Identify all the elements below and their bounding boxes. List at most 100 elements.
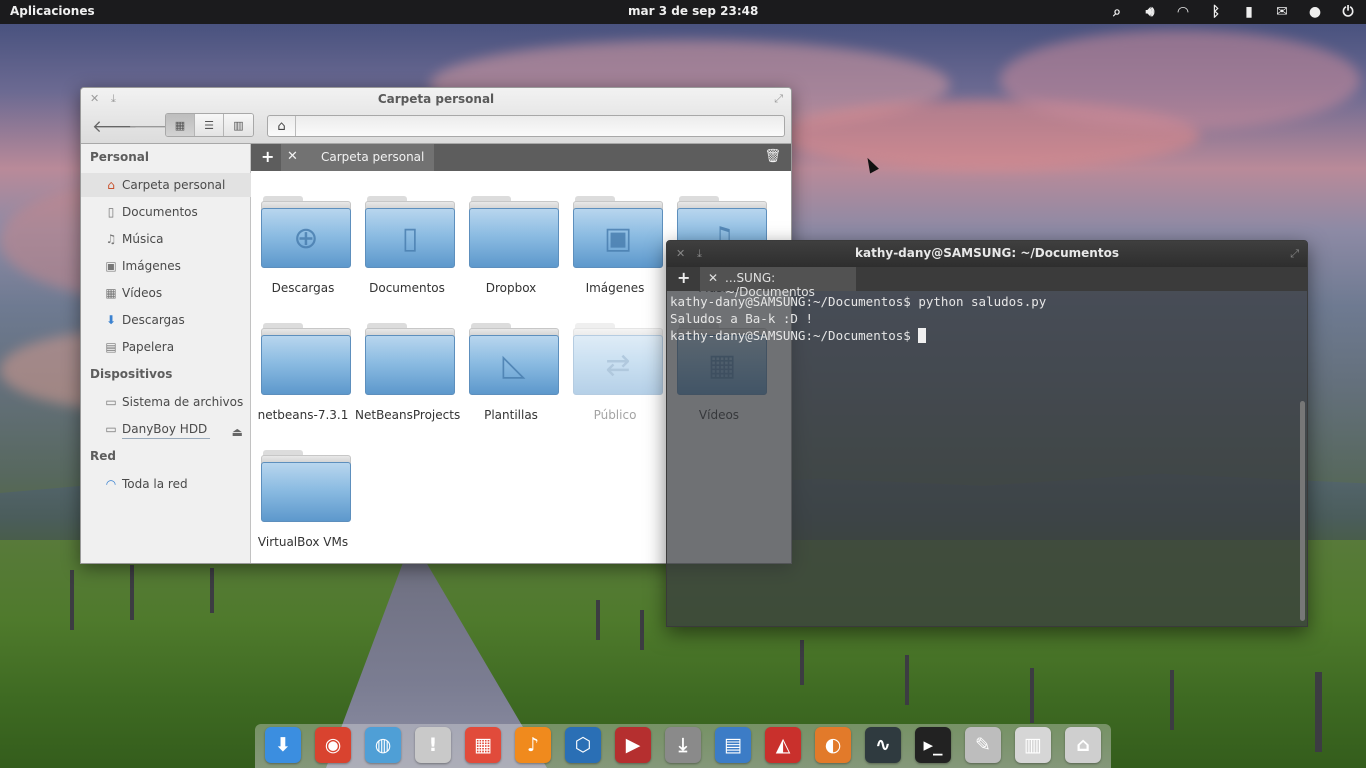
icon-view-button[interactable]: ▦ [166, 114, 195, 136]
sidebar-item-documents[interactable]: ▯ Documentos [81, 200, 251, 224]
folder-emblem-icon [261, 462, 351, 522]
folder-icon [365, 323, 455, 395]
search-icon[interactable]: ⌕ [1107, 3, 1127, 21]
folder-label: Descargas [271, 281, 335, 295]
video-player-app-icon[interactable]: ▶ [615, 727, 651, 763]
music-app-icon[interactable]: ♪ [515, 727, 551, 763]
folder-icon: ◺ [469, 323, 559, 395]
close-tab-icon[interactable]: ✕ [287, 149, 298, 164]
web-browser-app-icon[interactable]: ◍ [365, 727, 401, 763]
usage-bar [122, 438, 210, 439]
sidebar-item-videos[interactable]: ▦ Vídeos [81, 281, 251, 305]
terminal-output[interactable]: kathy-dany@SAMSUNG:~/Documentos$ python … [670, 293, 1302, 623]
tab-home[interactable]: ✕ Carpeta personal [281, 144, 434, 171]
new-tab-button[interactable]: + [677, 268, 690, 287]
terminal-title: kathy-dany@SAMSUNG: ~/Documentos [855, 246, 1119, 260]
folder-emblem-icon [469, 208, 559, 268]
column-view-button[interactable]: ▥ [224, 114, 253, 136]
folder-label: Documentos [369, 281, 445, 295]
list-view-button[interactable]: ☰ [195, 114, 224, 136]
power-icon[interactable]: ⏻ [1338, 3, 1358, 21]
close-tab-icon[interactable]: ✕ [708, 271, 718, 285]
chrome-app-icon[interactable]: ◉ [315, 727, 351, 763]
photo-app-icon[interactable]: ◐ [815, 727, 851, 763]
folder-item[interactable]: ▣ Imágenes [563, 171, 667, 295]
sidebar-item-danyboy-hdd[interactable]: ▭ DanyBoy HDD ⏏ [81, 417, 251, 441]
folder-emblem-icon [261, 335, 351, 395]
harddisk-icon: ▭ [105, 422, 117, 436]
mail-icon[interactable]: ✉ [1272, 3, 1292, 21]
tab-bar: + ✕ Carpeta personal 🗑︎ [251, 144, 791, 171]
home-icon[interactable]: ⌂ [268, 116, 296, 136]
location-bar[interactable]: ⌂ [267, 115, 785, 137]
battery-icon[interactable]: ▮ [1239, 3, 1259, 21]
sidebar-item-home[interactable]: ⌂ Carpeta personal [81, 173, 251, 197]
sidebar-item-music[interactable]: ♫ Música [81, 227, 251, 251]
folder-item[interactable]: NetBeansProjects [355, 298, 460, 422]
system-monitor-app-icon[interactable]: ∿ [865, 727, 901, 763]
folder-emblem-icon: ▣ [603, 220, 633, 256]
virtualbox-app-icon[interactable]: ⬡ [565, 727, 601, 763]
files-app-icon[interactable]: ⌂ [1065, 727, 1101, 763]
sidebar-item-downloads[interactable]: ⬇ Descargas [81, 308, 251, 332]
folder-label: Plantillas [484, 408, 538, 422]
folder-emblem-icon: ⊕ [293, 220, 319, 256]
terminal-prompt-line: kathy-dany@SAMSUNG:~/Documentos$ [670, 327, 1302, 344]
user-icon[interactable]: ● [1305, 3, 1325, 21]
sidebar-item-trash[interactable]: ▤ Papelera [81, 335, 251, 359]
pdf-app-icon[interactable]: ◭ [765, 727, 801, 763]
applications-menu[interactable]: Aplicaciones [10, 4, 95, 18]
sidebar-item-images[interactable]: ▣ Imágenes [81, 254, 251, 278]
bluetooth-icon[interactable]: ᛒ [1206, 3, 1226, 21]
new-tab-button[interactable]: + [261, 147, 274, 166]
folder-emblem-icon: ⇄ [605, 347, 631, 383]
clock[interactable]: mar 3 de sep 23:48 [628, 4, 758, 18]
notifications-app-icon[interactable]: ! [415, 727, 451, 763]
text-cursor [918, 328, 927, 343]
document-viewer-app-icon[interactable]: ▤ [715, 727, 751, 763]
downloads-app-icon[interactable]: ⬇ [265, 727, 301, 763]
file-manager-titlebar[interactable]: ✕ ⤓ ⤢ Carpeta personal 🡐 🡒 ▦ ☰ ▥ ⌂ [81, 88, 791, 144]
folder-item[interactable]: netbeans-7.3.1 [251, 298, 355, 422]
text-editor-app-icon[interactable]: ✎ [965, 727, 1001, 763]
volume-icon[interactable]: 🔊︎ [1140, 3, 1160, 21]
folder-icon [469, 196, 559, 268]
calendar-app-icon[interactable]: ▦ [465, 727, 501, 763]
home-icon: ⌂ [107, 178, 115, 192]
folder-icon: ⊕ [261, 196, 351, 268]
folder-label: netbeans-7.3.1 [257, 408, 349, 422]
folder-label: VirtualBox VMs [257, 535, 349, 549]
trash-icon: ▤ [105, 340, 117, 354]
sidebar-item-filesystem[interactable]: ▭ Sistema de archivos [81, 390, 251, 414]
trash-icon[interactable]: 🗑︎ [764, 149, 781, 164]
terminal-tab[interactable]: ✕ ...SUNG: ~/Documentos [700, 267, 856, 299]
wifi-icon[interactable]: ◠ [1173, 3, 1193, 21]
folder-item[interactable]: ◺ Plantillas [459, 298, 563, 422]
folder-item[interactable]: ▯ Documentos [355, 171, 459, 295]
folder-item[interactable]: ⊕ Descargas [251, 171, 355, 295]
sidebar-header-network: Red [90, 449, 116, 463]
folder-icon: ▣ [573, 196, 663, 268]
workspaces-app-icon[interactable]: ▥ [1015, 727, 1051, 763]
folder-label: Imágenes [585, 281, 645, 295]
folder-icon: ▯ [365, 196, 455, 268]
dock: ⬇ ◉ ◍! ▦ ♪ ⬡ ▶ ⤓ ▤ ◭ ◐ ∿ ▸_ ✎ ▥ ⌂ [255, 724, 1111, 768]
eject-icon[interactable]: ⏏ [232, 420, 243, 444]
folder-emblem-icon [365, 335, 455, 395]
terminal-scrollbar[interactable] [1300, 401, 1305, 621]
terminal-titlebar[interactable]: ✕ ⤓ ⤢ kathy-dany@SAMSUNG: ~/Documentos [667, 241, 1307, 267]
video-icon: ▦ [105, 286, 117, 300]
folder-item[interactable]: Dropbox [459, 171, 563, 295]
sidebar-item-network[interactable]: ◠ Toda la red [81, 472, 251, 496]
download-icon: ⬇ [105, 313, 117, 327]
folder-item[interactable]: ⇄ Público [563, 298, 667, 422]
terminal-app-icon[interactable]: ▸_ [915, 727, 951, 763]
terminal-tab-bar: + ✕ ...SUNG: ~/Documentos [667, 267, 1307, 299]
network-icon: ◠ [105, 477, 117, 491]
terminal-window: ✕ ⤓ ⤢ kathy-dany@SAMSUNG: ~/Documentos +… [666, 240, 1308, 627]
folder-emblem-icon: ▯ [401, 220, 419, 256]
view-switcher: ▦ ☰ ▥ [165, 113, 254, 137]
folder-item[interactable]: VirtualBox VMs [251, 425, 355, 549]
installer-app-icon[interactable]: ⤓ [665, 727, 701, 763]
sidebar: Personal ⌂ Carpeta personal ▯ Documentos… [81, 144, 251, 563]
